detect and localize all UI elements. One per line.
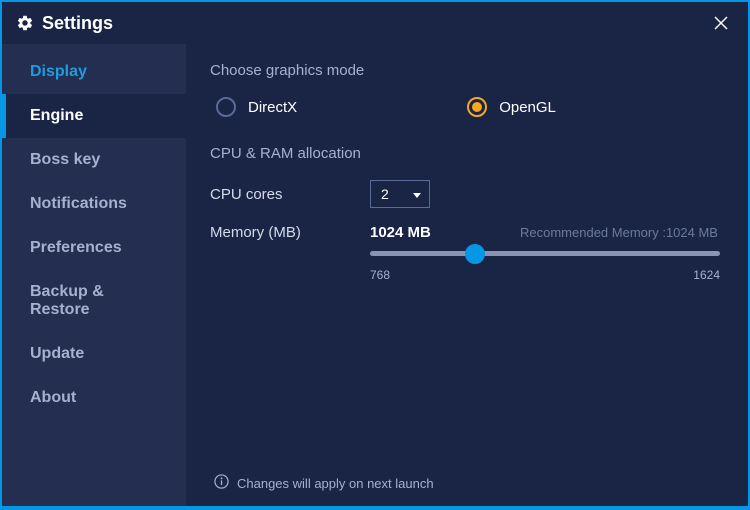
chevron-down-icon xyxy=(413,186,421,202)
window-title: Settings xyxy=(42,13,708,34)
cpu-cores-row: CPU cores 2 xyxy=(210,180,720,208)
sidebar-item-notifications[interactable]: Notifications xyxy=(2,182,186,226)
slider-range-labels: 768 1624 xyxy=(370,268,720,282)
slider-thumb[interactable] xyxy=(465,244,485,264)
graphics-mode-group: DirectX OpenGL xyxy=(216,97,720,117)
sidebar-item-boss-key[interactable]: Boss key xyxy=(2,138,186,182)
close-icon xyxy=(713,15,729,31)
radio-label: OpenGL xyxy=(499,99,556,116)
slider-max: 1624 xyxy=(693,268,720,282)
sidebar-item-preferences[interactable]: Preferences xyxy=(2,226,186,270)
sidebar-item-label: Display xyxy=(30,63,87,80)
memory-recommended: Recommended Memory :1024 MB xyxy=(520,225,718,240)
sidebar-item-label: Update xyxy=(30,345,84,362)
alloc-title: CPU & RAM allocation xyxy=(210,145,720,162)
info-icon xyxy=(214,474,229,492)
cpu-cores-value: 2 xyxy=(381,186,389,202)
footer-note: Changes will apply on next launch xyxy=(214,474,434,492)
slider-track[interactable] xyxy=(370,251,720,256)
sidebar-item-label: Backup & Restore xyxy=(30,283,104,318)
cpu-cores-select[interactable]: 2 xyxy=(370,180,430,208)
sidebar-item-label: Boss key xyxy=(30,151,100,168)
cpu-cores-label: CPU cores xyxy=(210,186,370,203)
sidebar-item-label: About xyxy=(30,389,76,406)
sidebar-item-display[interactable]: Display xyxy=(2,50,186,94)
close-button[interactable] xyxy=(708,10,734,36)
memory-row: Memory (MB) 1024 MB Recommended Memory :… xyxy=(210,224,720,241)
titlebar: Settings xyxy=(2,2,748,44)
main-panel: Choose graphics mode DirectX OpenGL CPU … xyxy=(186,44,748,506)
radio-directx[interactable]: DirectX xyxy=(216,97,297,117)
footer-text: Changes will apply on next launch xyxy=(237,476,434,491)
memory-label: Memory (MB) xyxy=(210,224,370,241)
memory-slider[interactable]: 768 1624 xyxy=(370,251,720,282)
slider-min: 768 xyxy=(370,268,390,282)
sidebar-item-label: Engine xyxy=(30,107,83,124)
sidebar-item-backup-restore[interactable]: Backup & Restore xyxy=(2,270,186,332)
gear-icon xyxy=(16,14,34,32)
sidebar-item-label: Notifications xyxy=(30,195,127,212)
sidebar-item-about[interactable]: About xyxy=(2,376,186,420)
sidebar-item-update[interactable]: Update xyxy=(2,332,186,376)
radio-label: DirectX xyxy=(248,99,297,116)
radio-opengl[interactable]: OpenGL xyxy=(467,97,556,117)
sidebar: Display Engine Boss key Notifications Pr… xyxy=(2,44,186,506)
graphics-mode-title: Choose graphics mode xyxy=(210,62,720,79)
sidebar-item-label: Preferences xyxy=(30,239,122,256)
sidebar-item-engine[interactable]: Engine xyxy=(2,94,186,138)
radio-circle-icon xyxy=(467,97,487,117)
memory-value: 1024 MB xyxy=(370,224,520,241)
radio-circle-icon xyxy=(216,97,236,117)
settings-window: Settings Display Engine Boss key Notific… xyxy=(0,0,750,510)
content: Display Engine Boss key Notifications Pr… xyxy=(2,44,748,506)
